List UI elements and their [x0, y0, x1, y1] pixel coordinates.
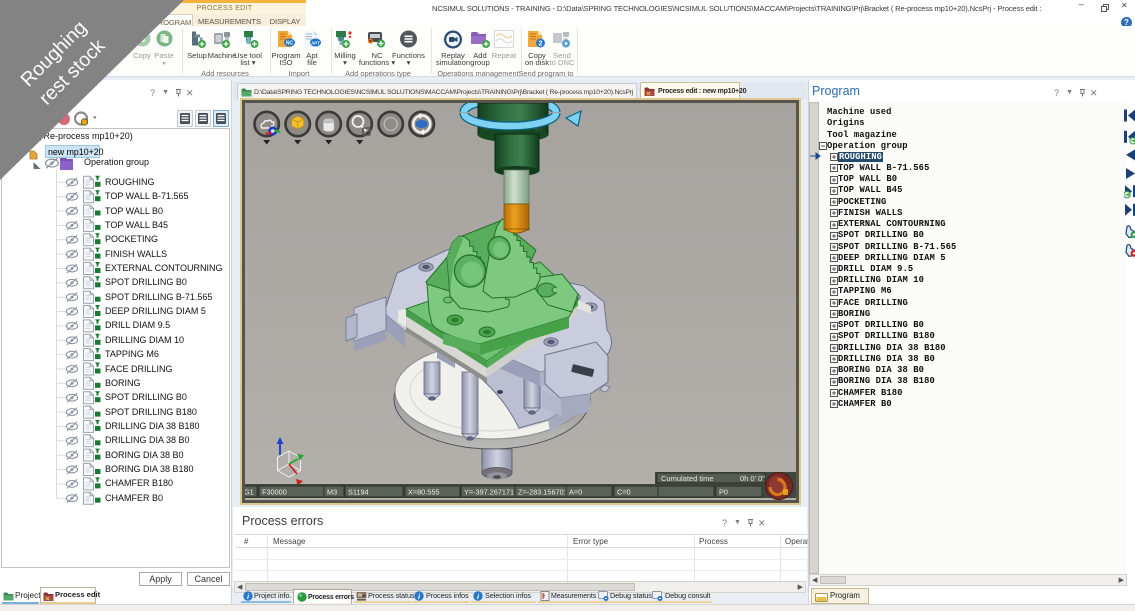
svg-text:P0: P0 — [719, 488, 728, 497]
svg-text:C=0: C=0 — [617, 488, 631, 497]
svg-text:Cumulated time: Cumulated time — [661, 474, 714, 483]
svg-text:0h 0' 0": 0h 0' 0" — [740, 474, 765, 483]
svg-text:G1: G1 — [245, 488, 254, 497]
svg-text:APT: APT — [311, 41, 320, 46]
svg-text:2: 2 — [539, 41, 543, 48]
svg-text:A=0: A=0 — [569, 488, 582, 497]
svg-text:NC: NC — [286, 41, 294, 47]
svg-text:Z=-283.156701: Z=-283.156701 — [518, 488, 568, 497]
svg-text:X=80.555: X=80.555 — [408, 488, 439, 497]
svg-text:Y=-397.267171: Y=-397.267171 — [464, 488, 514, 497]
svg-text:S1194: S1194 — [348, 488, 369, 497]
svg-text:M3: M3 — [327, 488, 337, 497]
svg-text:F30000: F30000 — [262, 488, 287, 497]
